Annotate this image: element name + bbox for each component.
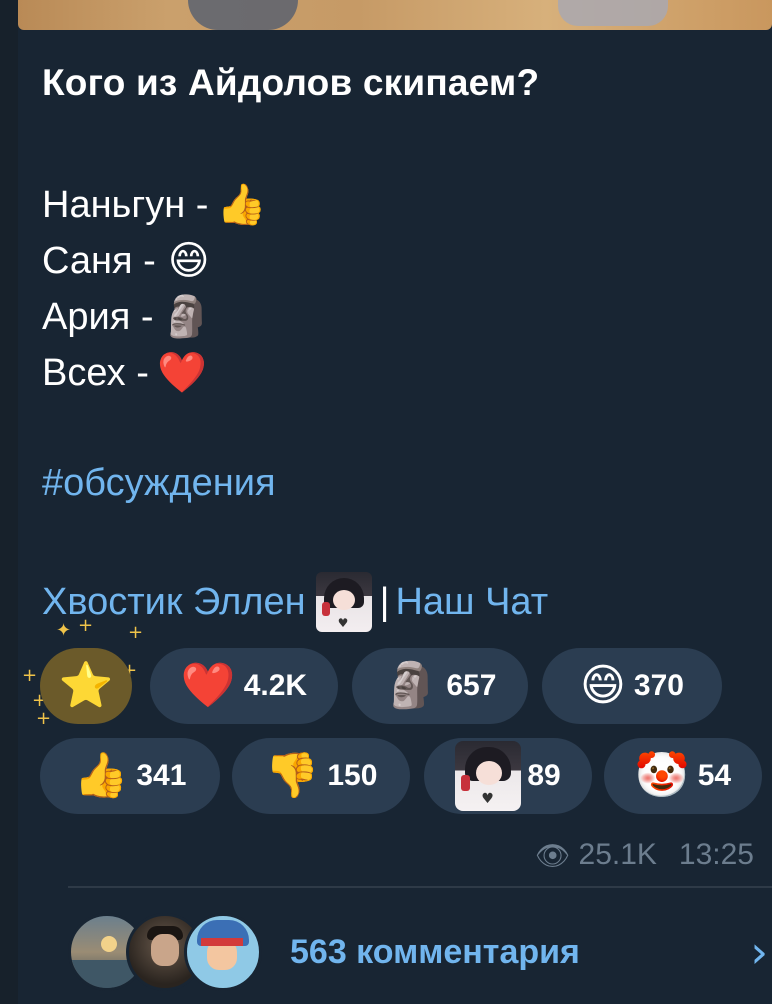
moai-icon: 🗿 bbox=[161, 294, 212, 340]
grin-icon: 😄 bbox=[167, 238, 210, 284]
chat-link[interactable]: Наш Чат bbox=[395, 581, 548, 624]
reaction-moai[interactable]: 🗿 657 bbox=[352, 648, 528, 724]
thumbs-up-icon: 👍 bbox=[216, 182, 267, 228]
poll-option-1: Наньгун - 👍 bbox=[42, 180, 266, 230]
poll-option-label: Наньгун - bbox=[42, 184, 209, 226]
poll-option-label: Всех - bbox=[42, 352, 149, 394]
comments-button[interactable]: 563 комментария › bbox=[68, 912, 772, 992]
heart-icon: ❤️ bbox=[156, 350, 207, 396]
reaction-count: 370 bbox=[633, 669, 684, 702]
view-count: 25.1K bbox=[578, 838, 657, 871]
message-time: 13:25 bbox=[678, 838, 754, 871]
heart-icon: ❤️ bbox=[180, 660, 236, 711]
moai-icon: 🗿 bbox=[383, 660, 439, 711]
post-links: Хвостик Эллен ♥ | Наш Чат bbox=[42, 572, 548, 632]
chevron-right-icon: › bbox=[750, 926, 768, 978]
reaction-grin[interactable]: 😄 370 bbox=[542, 648, 722, 724]
poll-option-label: Ария - bbox=[42, 296, 154, 338]
poll-option-2: Саня - 😄 bbox=[42, 236, 214, 286]
reaction-thumbs-up[interactable]: 👍 341 bbox=[40, 738, 220, 814]
post-title: Кого из Айдолов скипаем? bbox=[42, 62, 540, 103]
grin-icon: 😄 bbox=[580, 660, 626, 711]
comments-label: 563 комментария bbox=[290, 932, 580, 971]
reaction-count: 89 bbox=[527, 759, 561, 792]
divider bbox=[68, 886, 772, 888]
message-meta: 👁 25.1K 13:25 bbox=[535, 838, 754, 872]
custom-avatar-icon: ♥ bbox=[315, 572, 372, 632]
poll-option-3: Ария - 🗿 bbox=[42, 292, 212, 342]
reaction-clown[interactable]: 🤡 54 bbox=[604, 738, 762, 814]
reaction-count: 54 bbox=[697, 759, 732, 792]
hashtag-link[interactable]: #обсуждения bbox=[42, 462, 276, 505]
custom-avatar-icon: ♥ bbox=[455, 741, 522, 811]
thumbs-up-icon: 👍 bbox=[73, 750, 129, 801]
poll-option-label: Саня - bbox=[42, 240, 156, 282]
thumbs-down-icon: 👎 bbox=[264, 750, 320, 801]
message-bubble: Кого из Айдолов скипаем? Наньгун - 👍 Сан… bbox=[18, 0, 772, 1004]
post-photo[interactable] bbox=[18, 0, 772, 30]
avatar bbox=[184, 913, 262, 991]
link-separator: | bbox=[379, 580, 390, 623]
star-icon: ⭐ bbox=[58, 660, 114, 711]
reaction-count: 150 bbox=[327, 759, 378, 792]
poll-option-4: Всех - ❤️ bbox=[42, 348, 207, 398]
eye-icon: 👁 bbox=[534, 838, 571, 872]
reaction-count: 657 bbox=[446, 669, 497, 702]
reaction-thumbs-down[interactable]: 👎 150 bbox=[232, 738, 410, 814]
reaction-count: 341 bbox=[136, 759, 187, 792]
reaction-count: 4.2K bbox=[243, 669, 308, 702]
reaction-heart[interactable]: ❤️ 4.2K bbox=[150, 648, 338, 724]
reaction-star[interactable]: ⭐ bbox=[40, 648, 132, 724]
clown-icon: 🤡 bbox=[634, 750, 690, 801]
reaction-custom-avatar[interactable]: ♥ 89 bbox=[424, 738, 592, 814]
